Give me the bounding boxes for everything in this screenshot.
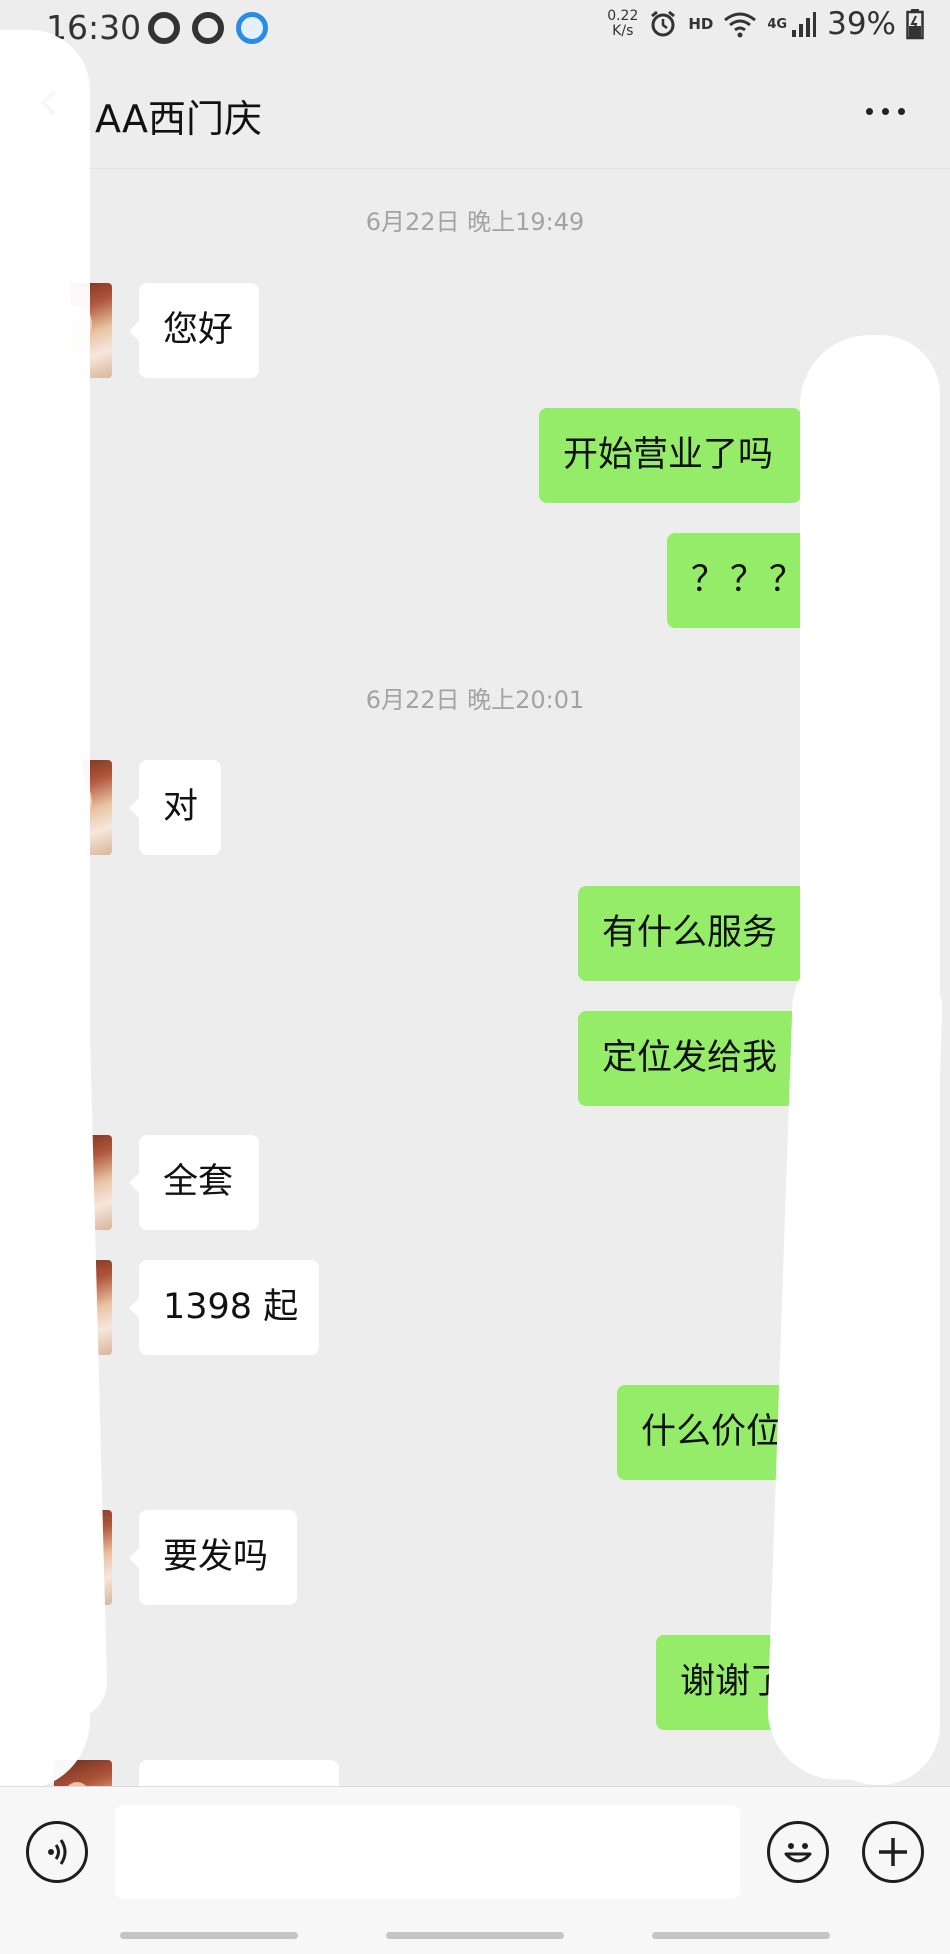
nav-gesture-bar[interactable] (386, 1932, 564, 1939)
wifi-icon (724, 12, 757, 38)
qq-icon (192, 12, 224, 44)
network-speed-unit: K/s (612, 23, 634, 39)
chat-header: AA西门庆 (0, 58, 950, 169)
incoming-message[interactable]: 1398 起 (129, 1260, 319, 1355)
outgoing-message[interactable]: 有什么服务 (578, 886, 820, 981)
nav-gesture-bar[interactable] (120, 1932, 298, 1939)
incoming-message[interactable]: 要发吗 (129, 1510, 297, 1605)
outgoing-message[interactable]: ？？？ (667, 533, 820, 628)
qq-icon (148, 12, 180, 44)
status-indicators: 0.22 K/s HD 4G 39% (607, 6, 924, 42)
incoming-message[interactable]: 全套 (129, 1135, 259, 1230)
hd-indicator: HD (688, 15, 714, 33)
message-timestamp: 6月22日 晚上19:49 (365, 208, 585, 236)
voice-icon (48, 1839, 67, 1865)
battery-percentage: 39% (827, 6, 896, 42)
nav-gesture-bar[interactable] (652, 1932, 830, 1939)
chat-title: AA西门庆 (95, 97, 263, 141)
network-speed: 0.22 K/s (607, 9, 638, 39)
emoji-icon (784, 1843, 812, 1863)
message-input[interactable] (115, 1805, 740, 1899)
incoming-message[interactable]: 您好 (129, 283, 259, 378)
emoji-button[interactable] (767, 1821, 829, 1883)
more-options-icon[interactable] (866, 108, 905, 115)
network-speed-value: 0.22 (607, 8, 639, 24)
status-bar: 16:30 0.22 K/s HD 4G 39% (0, 0, 950, 58)
incoming-message[interactable]: 对 (129, 760, 221, 855)
message-input-bar (0, 1786, 950, 1954)
signal-icon (792, 12, 817, 37)
redaction-mark (765, 937, 945, 1783)
alarm-icon (651, 10, 676, 37)
add-more-button[interactable] (862, 1821, 924, 1883)
battery-icon (906, 9, 924, 40)
outgoing-message[interactable]: 开始营业了吗 (539, 408, 811, 503)
network-type: 4G (767, 16, 788, 32)
voice-input-button[interactable] (26, 1821, 88, 1883)
outgoing-message[interactable]: 定位发给我 (578, 1011, 820, 1106)
plus-icon (879, 1838, 907, 1866)
browser-icon (236, 12, 268, 44)
